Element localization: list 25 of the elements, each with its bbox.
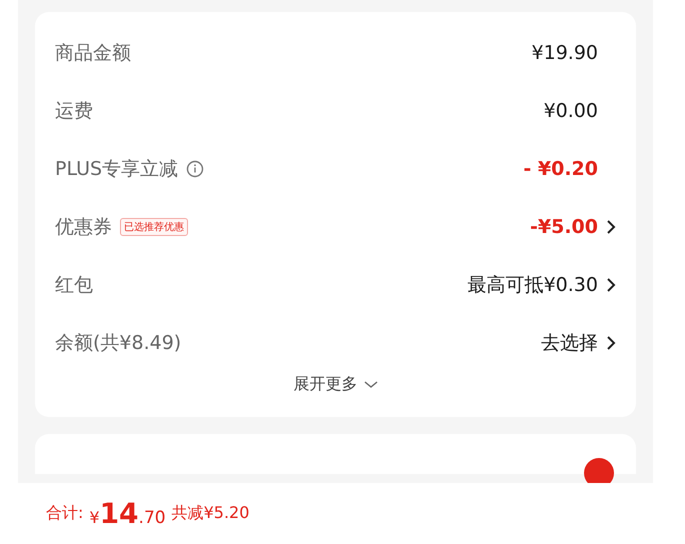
chevron-right-icon [606, 219, 616, 235]
chevron-down-icon [364, 380, 378, 388]
row-value: ¥0.00 [544, 100, 598, 122]
row-value: - ¥0.20 [523, 158, 598, 180]
row-label: 优惠券 [55, 215, 112, 240]
row-value: 最高可抵¥0.30 [468, 273, 598, 298]
chevron-right-icon [606, 277, 616, 293]
row-label: 余额(共¥8.49) [55, 331, 182, 356]
row-label: 红包 [55, 273, 93, 298]
row-link[interactable]: -¥5.00 [530, 216, 616, 238]
row-label: 运费 [55, 99, 93, 124]
row-link[interactable]: 最高可抵¥0.30 [468, 272, 616, 298]
row-label: 商品金额 [55, 41, 131, 66]
row-value: -¥5.00 [530, 216, 598, 238]
recommended-tag: 已选推荐优惠 [120, 218, 188, 236]
expand-more-button[interactable]: 展开更多 [294, 374, 378, 395]
total-amount: ¥14.70 [89, 497, 166, 530]
row-value: 去选择 [541, 331, 598, 356]
saved-amount: 共减¥5.20 [172, 503, 250, 524]
chevron-right-icon [606, 335, 616, 351]
total-label: 合计: [46, 503, 84, 524]
row-label: PLUS专享立减 [55, 157, 178, 182]
badge-dot [584, 458, 614, 483]
row-link[interactable]: 去选择 [541, 330, 616, 356]
row-value: ¥19.90 [532, 42, 598, 64]
